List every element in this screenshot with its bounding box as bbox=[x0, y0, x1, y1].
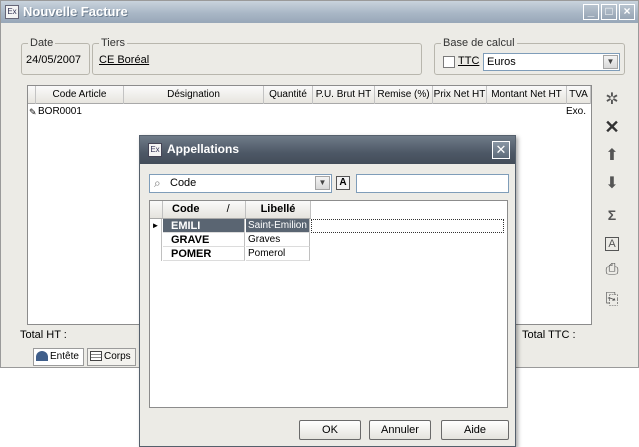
list-item[interactable]: GRAVE Graves bbox=[150, 233, 310, 247]
row-header-corner bbox=[28, 86, 36, 104]
column-header-code[interactable]: Code / bbox=[163, 201, 246, 219]
sigma-icon[interactable]: Σ bbox=[603, 206, 621, 224]
table-icon bbox=[90, 351, 102, 362]
row-header-corner bbox=[150, 201, 163, 219]
column-header[interactable]: Prix Net HT bbox=[433, 86, 487, 104]
column-header[interactable]: P.U. Brut HT bbox=[313, 86, 375, 104]
row-tva[interactable]: Exo. bbox=[566, 104, 586, 120]
chevron-down-icon[interactable]: ▼ bbox=[315, 176, 330, 190]
dialog-close-button[interactable]: ✕ bbox=[492, 141, 510, 159]
print-icon[interactable]: ⎙ bbox=[603, 261, 621, 279]
item-code[interactable]: POMER bbox=[163, 247, 245, 261]
search-field-select[interactable]: ⌕ Code ▼ bbox=[149, 174, 332, 193]
dialog-grid-header: Code / Libellé bbox=[150, 201, 311, 219]
cancel-button[interactable]: Annuler bbox=[369, 420, 431, 440]
column-label: Code bbox=[172, 203, 200, 215]
column-header[interactable]: Désignation bbox=[124, 86, 264, 104]
column-header[interactable]: Quantité bbox=[264, 86, 313, 104]
text-a-icon[interactable]: A bbox=[336, 176, 350, 190]
column-header[interactable]: Remise (%) bbox=[375, 86, 433, 104]
date-group: Date 24/05/2007 bbox=[21, 37, 90, 75]
tab-corps[interactable]: Corps bbox=[87, 348, 136, 366]
export-icon[interactable]: ⎘ bbox=[603, 291, 621, 309]
app-icon: Ex bbox=[148, 143, 162, 157]
tiers-group: Tiers CE Boréal bbox=[92, 37, 422, 75]
close-button[interactable]: × bbox=[619, 4, 635, 20]
window-titlebar[interactable]: Ex Nouvelle Facture _ □ × bbox=[1, 1, 638, 23]
sort-indicator: / bbox=[226, 203, 230, 215]
currency-value: Euros bbox=[487, 56, 516, 68]
row-marker bbox=[150, 233, 162, 247]
gear-icon[interactable]: ✲ bbox=[603, 91, 621, 109]
ok-button[interactable]: OK bbox=[299, 420, 361, 440]
app-icon: Ex bbox=[5, 5, 19, 19]
ttc-checkbox[interactable] bbox=[443, 56, 455, 68]
help-button[interactable]: Aide bbox=[441, 420, 509, 440]
list-item[interactable]: ► EMILI Saint-Emilion bbox=[150, 219, 310, 233]
column-header[interactable]: Montant Net HT bbox=[487, 86, 567, 104]
table-row[interactable]: ✎ BOR0001 Exo. bbox=[28, 104, 591, 120]
item-libelle[interactable]: Pomerol bbox=[246, 247, 310, 261]
base-calcul-label: Base de calcul bbox=[441, 37, 517, 49]
item-libelle[interactable]: Saint-Emilion bbox=[246, 219, 310, 233]
current-row-arrow-icon: ► bbox=[150, 219, 162, 233]
ttc-label: TTC bbox=[458, 55, 480, 67]
search-input[interactable] bbox=[356, 174, 509, 193]
column-header[interactable]: Code Article bbox=[36, 86, 124, 104]
total-ttc-label: Total TTC : bbox=[522, 329, 576, 341]
edit-pencil-icon: ✎ bbox=[29, 107, 37, 117]
user-icon bbox=[36, 351, 48, 362]
item-libelle[interactable]: Graves bbox=[246, 233, 310, 247]
window-title: Nouvelle Facture bbox=[23, 4, 128, 19]
chevron-down-icon[interactable]: ▼ bbox=[603, 55, 618, 69]
dialog-title: Appellations bbox=[167, 142, 240, 156]
total-ht-label: Total HT : bbox=[20, 329, 67, 341]
minimize-button[interactable]: _ bbox=[583, 4, 599, 20]
dialog-titlebar[interactable]: Ex Appellations ✕ bbox=[140, 136, 515, 164]
search-icon: ⌕ bbox=[154, 176, 161, 190]
delete-icon[interactable]: ✕ bbox=[603, 118, 621, 136]
arrow-down-icon[interactable]: ⬇ bbox=[603, 175, 621, 193]
tiers-label: Tiers bbox=[99, 37, 128, 49]
arrow-up-icon[interactable]: ⬆ bbox=[603, 147, 621, 165]
row-code[interactable]: BOR0001 bbox=[38, 104, 82, 120]
base-calcul-group: Base de calcul TTC Euros ▼ bbox=[434, 37, 625, 75]
date-label: Date bbox=[28, 37, 56, 49]
item-code[interactable]: EMILI bbox=[163, 219, 245, 233]
column-header[interactable]: TVA bbox=[567, 86, 591, 104]
tab-label: Entête bbox=[50, 351, 79, 362]
tiers-link[interactable]: CE Boréal bbox=[99, 54, 149, 66]
item-code[interactable]: GRAVE bbox=[163, 233, 245, 247]
search-field-value: Code bbox=[170, 177, 197, 189]
selection-focus-rect bbox=[311, 219, 504, 233]
maximize-button[interactable]: □ bbox=[601, 4, 617, 20]
tab-label: Corps bbox=[104, 351, 131, 362]
date-field[interactable]: 24/05/2007 bbox=[26, 54, 81, 66]
appellations-dialog: Ex Appellations ✕ ⌕ Code ▼ A Code / Libe… bbox=[139, 135, 516, 447]
column-header-libelle[interactable]: Libellé bbox=[246, 201, 311, 219]
row-marker bbox=[150, 247, 162, 261]
appellations-grid[interactable]: Code / Libellé ► EMILI Saint-Emilion GRA… bbox=[149, 200, 508, 408]
tab-entete[interactable]: Entête bbox=[33, 348, 84, 366]
list-item[interactable]: POMER Pomerol bbox=[150, 247, 310, 261]
currency-select[interactable]: Euros ▼ bbox=[483, 53, 620, 71]
grid-header: Code Article Désignation Quantité P.U. B… bbox=[28, 86, 591, 104]
text-a-icon[interactable]: A bbox=[603, 234, 621, 252]
